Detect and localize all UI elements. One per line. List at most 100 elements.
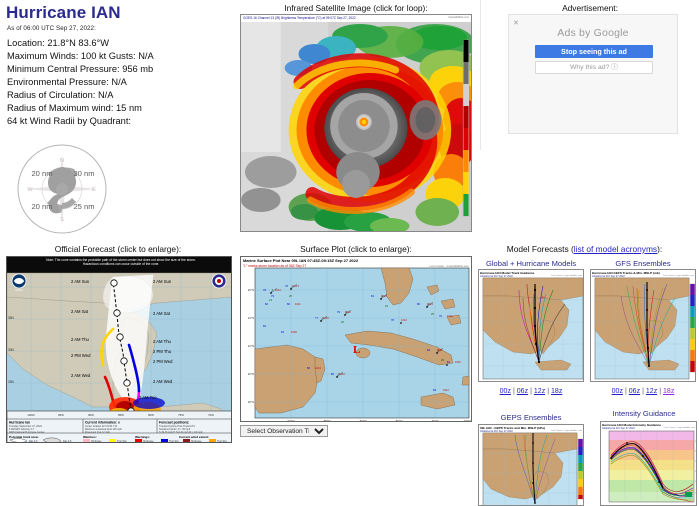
surface-plot-canvas: 787976 82 8077 848379 817880 798281 85868… — [241, 257, 471, 422]
track-label-left-sun: 2 AM Sun — [71, 279, 90, 284]
track-label-2am-sat: 2 AM Sat — [153, 311, 171, 316]
forecast-lat-25n: 25N — [8, 380, 15, 384]
svg-text:CAT5: CAT5 — [695, 440, 697, 443]
svg-text:95W: 95W — [613, 381, 617, 382]
legend-forecast-positions-3: S 39-73 mph H 74-110 mph M > 110 mph — [159, 431, 203, 434]
sp-lat-20n: 20°N — [248, 372, 254, 376]
time-link-12z-panel1[interactable]: 12z — [646, 388, 657, 395]
forecast-lon-85w: 85W — [118, 413, 124, 417]
close-icon[interactable]: ✕ — [513, 19, 519, 27]
model-image-gfs-ensembles[interactable]: Hurricane IAN GEFS Tracks & Min. MSLP (m… — [590, 269, 696, 382]
time-links-gfs-ensembles[interactable]: 00z | 06z | 12z | 18z — [590, 388, 696, 395]
model-image-credit-0: Levi Cowan - tropicaltidbits.com — [551, 274, 582, 277]
forecast-lon-75w: 75W — [178, 413, 184, 417]
track-label-2am-wed: 2 AM Wed — [153, 379, 173, 384]
legend-day13-label: Day 1-3 — [29, 440, 38, 443]
official-forecast-caption: Official Forecast (click to enlarge): — [54, 244, 182, 254]
sp-lon-80w: 80°W — [396, 419, 403, 422]
wind-radii-se-value: 25 nm — [73, 202, 94, 211]
track-label-left-amwed: 2 AM Wed — [71, 373, 91, 378]
time-link-00z-panel0[interactable]: 00z — [500, 388, 511, 395]
forecast-lon-100w: 100W — [27, 413, 35, 417]
sp-lon-72w: 72°W — [464, 419, 471, 422]
legend-watch-tropstm: Trop Stm — [117, 440, 127, 443]
legend-warnings-header: Warnings: — [135, 435, 150, 439]
panel-title-gfs-ensembles: GFS Ensembles — [615, 259, 671, 268]
svg-text:80W: 80W — [673, 381, 677, 382]
track-label-left-pmwed: 2 PM Wed — [71, 353, 91, 358]
forecast-map-canvas: 2 AM Sun 2 AM Sat 2 AM Thu 2 PM Wed 2 AM… — [7, 257, 231, 443]
compass-west-label: W — [27, 187, 33, 193]
model-image-credit-1: Levi Cowan - tropicaltidbits.com — [663, 274, 694, 277]
model-forecasts-caption-suffix: ): — [657, 244, 663, 254]
time-link-18z-panel0[interactable]: 18z — [551, 388, 562, 395]
legend-warn-tropstm: Trop Stm — [169, 440, 179, 443]
model-image-sub-2: Initialized at 00z Sep 27 2022 — [480, 429, 513, 433]
cone-note: Note: The cone contains the probable pat… — [46, 258, 196, 267]
legend-forecast-positions-header: Forecast positions: — [159, 421, 189, 425]
panel-title-intensity-guidance: Intensity Guidance — [612, 409, 676, 418]
forecast-lon-95w: 95W — [58, 413, 64, 417]
time-links-global-hurricane[interactable]: 00z | 06z | 12z | 18z — [478, 388, 584, 395]
legend-watch-hurricane: Hurricane — [91, 440, 102, 443]
svg-text:CAT4: CAT4 — [695, 450, 697, 453]
surface-plot-title: Marine Surface Plot Near 09L IAN 07:45Z-… — [243, 258, 359, 263]
time-link-18z-panel1[interactable]: 18z — [663, 388, 674, 395]
why-this-ad-button[interactable]: Why this ad? ⓘ — [535, 61, 653, 74]
forecast-lon-80w: 80W — [148, 413, 154, 417]
track-label-left-thu: 2 AM Thu — [71, 337, 90, 342]
page-title: Hurricane IAN — [6, 3, 121, 22]
satellite-credit: tropicaltidbits.com — [448, 16, 469, 19]
model-image-sub-3: Initialized at 00z Sep 27 2022 — [602, 426, 635, 430]
storm-location: Location: 21.8°N 83.6°W — [7, 38, 110, 48]
sp-lat-18n: 18°N — [248, 400, 254, 404]
wind-radii-sw-value: 20 nm — [31, 202, 52, 211]
compass-east-label: E — [92, 187, 96, 193]
svg-text:NOAA: NOAA — [15, 288, 23, 292]
storm-min-pressure: Minimum Central Pressure: 956 mb — [7, 64, 154, 75]
track-label-2am-sun: 2 AM Sun — [153, 279, 172, 284]
storm-radius-circulation: Radius of Circulation: N/A — [7, 90, 114, 101]
satellite-caption: Infrared Satellite Image (click for loop… — [284, 3, 428, 13]
sp-lon-76w: 76°W — [432, 419, 439, 422]
sp-lon-88w: 88°W — [324, 419, 331, 422]
surface-plot-image[interactable]: Marine Surface Plot Near 09L IAN 07:45Z-… — [240, 256, 472, 422]
track-label-2am-thu: 2 AM Thu — [153, 339, 172, 344]
sp-lon-84w: 84°W — [360, 419, 367, 422]
panel-title-global-hurricane-models: Global + Hurricane Models — [485, 259, 577, 268]
model-image-intensity-guidance[interactable]: Hurricane IAN Model Intensity Guidance I… — [600, 421, 697, 506]
stop-seeing-ad-button[interactable]: Stop seeing this ad — [535, 45, 653, 58]
time-link-06z-panel0[interactable]: 06z — [517, 388, 528, 395]
model-image-geps-ensembles[interactable]: 09L IAN - GEPS Tracks and Min. MSLP (hPa… — [478, 424, 584, 506]
advertisement-box[interactable]: ✕ Ads by Google Stop seeing this ad Why … — [508, 14, 678, 134]
model-image-global-hurricane[interactable]: Hurricane IAN Model Track Guidance Initi… — [478, 269, 584, 382]
svg-text:IAN: IAN — [541, 296, 545, 299]
surface-plot-subtitle: "L" marks storm location as of 06Z Sep 2… — [243, 263, 307, 268]
panel-title-geps-ensembles: GEPS Ensembles — [500, 413, 562, 422]
storm-timestamp: As of 06:00 UTC Sep 27, 2022: — [7, 25, 96, 32]
sp-lon-92w: 92°W — [288, 419, 295, 422]
ad-divider — [480, 0, 481, 150]
svg-text:80W: 80W — [561, 381, 565, 382]
noaa-logo-right — [211, 273, 227, 289]
forecast-lat-30n: 30N — [8, 348, 15, 352]
model-acronyms-link[interactable]: list of model acronyms — [574, 244, 657, 254]
svg-text:1012: 1012 — [443, 388, 449, 392]
wind-radii-nw-value: 20 nm — [31, 169, 52, 178]
time-link-12z-panel0[interactable]: 12z — [534, 388, 545, 395]
svg-text:1010: 1010 — [455, 360, 461, 364]
time-link-00z-panel1[interactable]: 00z — [612, 388, 623, 395]
official-forecast-map[interactable]: 2 AM Sun 2 AM Sat 2 AM Thu 2 PM Wed 2 AM… — [6, 256, 232, 443]
legend-potential-track-header: Potential track area: — [9, 435, 39, 439]
infrared-satellite-image[interactable]: GOES-16 Channel 13 (IR) Brightness Tempe… — [240, 14, 472, 232]
observation-time-select[interactable]: Select Observation Time.... — [240, 425, 328, 437]
svg-text:1012: 1012 — [447, 314, 453, 318]
svg-text:85W: 85W — [541, 381, 545, 382]
time-link-06z-panel1[interactable]: 06z — [629, 388, 640, 395]
svg-text:1011: 1011 — [295, 302, 301, 306]
advertisement-caption: Advertisement: — [562, 3, 618, 13]
svg-text:1009: 1009 — [291, 330, 297, 334]
forecast-lon-90w: 90W — [88, 413, 94, 417]
sp-lat-26n: 26°N — [248, 288, 254, 292]
page-root: Hurricane IAN As of 06:00 UTC Sep 27, 20… — [0, 0, 699, 506]
